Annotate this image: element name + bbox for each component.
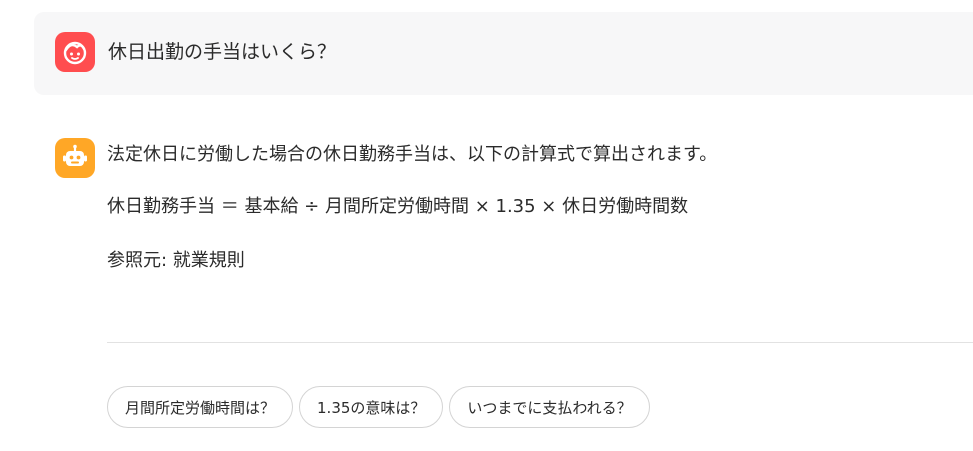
suggestion-chip-rate-meaning[interactable]: 1.35の意味は？	[299, 386, 444, 428]
suggestion-chip-payment-timing[interactable]: いつまでに支払われる？	[449, 386, 650, 428]
formula-text-line: 休日勤務手当 ＝ 基本給 ÷ 月間所定労働時間 × 1.35 × 休日労働時間数	[107, 196, 689, 217]
divider	[107, 342, 973, 343]
chat-page: 休日出勤の手当はいくら？ 法定休日に労働した場合の休日勤務手当は、以下の計算式で…	[0, 0, 973, 451]
face-icon	[63, 41, 87, 65]
user-avatar	[55, 32, 95, 72]
robot-icon	[63, 144, 87, 166]
user-message: 休日出勤の手当はいくら？	[34, 12, 973, 95]
suggestion-chip-monthly-hours[interactable]: 月間所定労働時間は？	[107, 386, 294, 428]
reference-text-line: 参照元: 就業規則	[107, 250, 245, 271]
answer-text-line: 法定休日に労働した場合の休日勤務手当は、以下の計算式で算出されます。	[107, 144, 718, 165]
user-message-text: 休日出勤の手当はいくら？	[108, 41, 337, 63]
suggestion-list: 月間所定労働時間は？ 1.35の意味は？ いつまでに支払われる？	[107, 386, 650, 428]
assistant-avatar	[55, 138, 95, 178]
